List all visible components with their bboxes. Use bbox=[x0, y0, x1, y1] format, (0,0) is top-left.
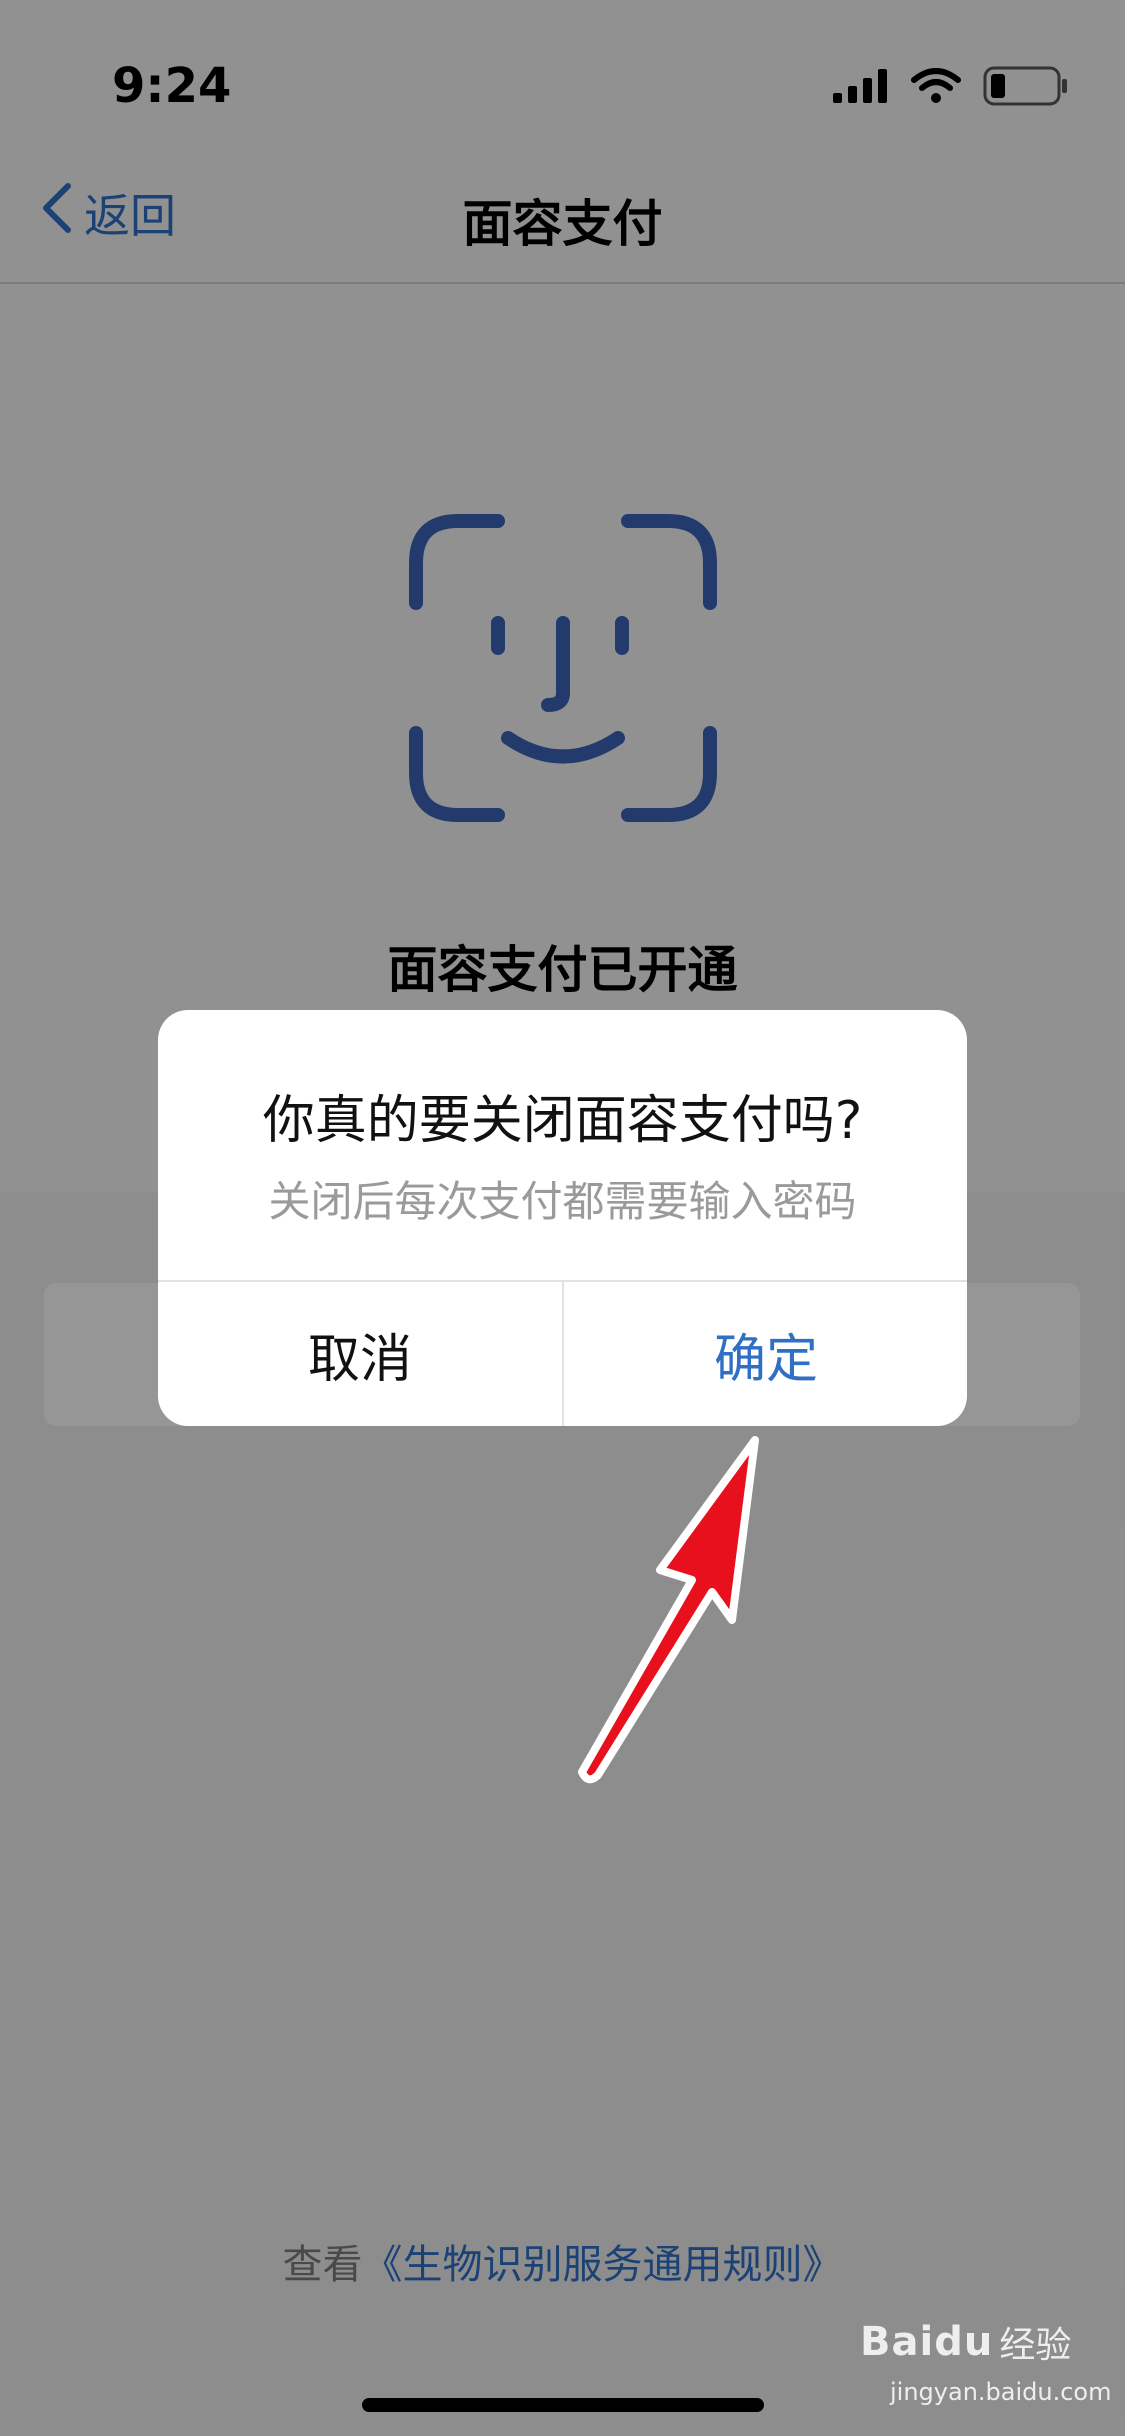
watermark-url: jingyan.baidu.com bbox=[890, 2378, 1112, 2406]
home-indicator[interactable] bbox=[362, 2398, 764, 2412]
confirm-dialog: 你真的要关闭面容支付吗? 关闭后每次支付都需要输入密码 取消 确定 bbox=[158, 1010, 967, 1426]
cancel-button[interactable]: 取消 bbox=[158, 1282, 562, 1426]
watermark-brand: Baidu bbox=[860, 2319, 994, 2365]
dialog-title: 你真的要关闭面容支付吗? bbox=[262, 1091, 863, 1151]
dialog-message: 关闭后每次支付都需要输入密码 bbox=[268, 1177, 857, 1226]
baidu-watermark: Baidu 经验 bbox=[860, 2316, 1071, 2368]
confirm-button[interactable]: 确定 bbox=[564, 1282, 967, 1426]
watermark-label: 经验 bbox=[999, 2325, 1072, 2366]
pointer-arrow-icon bbox=[560, 1420, 780, 1804]
